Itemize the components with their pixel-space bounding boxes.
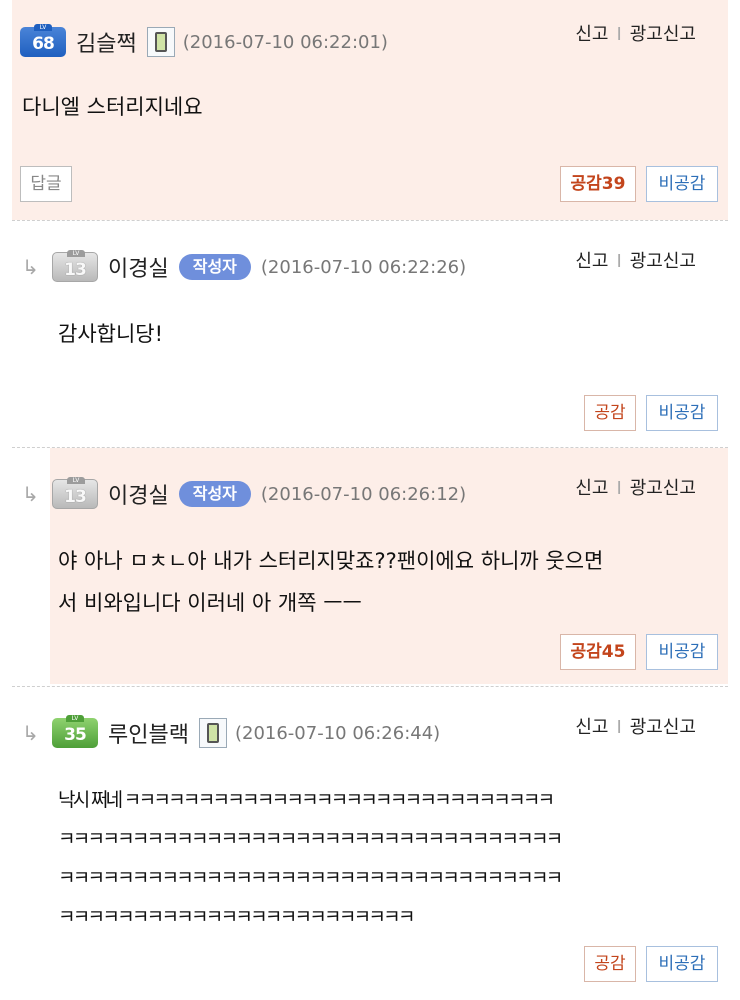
comment-item: ↳ LV 13 이경실 작성자 (2016-07-10 06:26:12) 신고… xyxy=(12,448,728,684)
author-name[interactable]: 이경실 xyxy=(108,251,169,283)
comment-date: (2016-07-10 06:22:01) xyxy=(182,31,388,53)
level-badge-icon: LV 13 xyxy=(52,250,98,282)
mobile-phone-icon xyxy=(198,718,227,748)
comment-date: (2016-07-10 06:22:26) xyxy=(260,256,467,278)
comment-text: 낙시 쩌네 ㅋㅋㅋㅋㅋㅋㅋㅋㅋㅋㅋㅋㅋㅋㅋㅋㅋㅋㅋㅋㅋㅋㅋㅋㅋㅋㅋㅋㅋ ㅋㅋㅋㅋ… xyxy=(58,789,563,928)
level-number: 68 xyxy=(32,34,55,54)
comment-header: ↳ LV 35 루인블랙 (2016-07-10 06:26:44) xyxy=(22,715,441,749)
dislike-button[interactable]: 비공감 xyxy=(646,166,718,202)
like-count: 39 xyxy=(601,174,626,194)
report-separator: I xyxy=(616,478,622,499)
comment-header: LV 68 김슬쩍 (2016-07-10 06:22:01) xyxy=(20,24,388,58)
dislike-button[interactable]: 비공감 xyxy=(646,395,718,431)
report-links: 신고 I 광고신고 xyxy=(575,20,696,46)
level-number: 35 xyxy=(64,725,87,745)
author-name[interactable]: 김슬쩍 xyxy=(76,26,137,58)
report-links: 신고 I 광고신고 xyxy=(575,247,696,273)
ad-report-link[interactable]: 광고신고 xyxy=(630,717,696,738)
dislike-button[interactable]: 비공감 xyxy=(646,946,718,982)
ad-report-link[interactable]: 광고신고 xyxy=(630,251,696,272)
comment-date: (2016-07-10 06:26:44) xyxy=(234,722,441,744)
reply-arrow-icon: ↳ xyxy=(22,482,39,506)
comment-item: ↳ LV 35 루인블랙 (2016-07-10 06:26:44) 신고 I 광고… xyxy=(12,687,728,1000)
author-badge: 작성자 xyxy=(178,481,251,507)
level-badge-icon: LV 68 xyxy=(20,24,66,57)
like-button[interactable]: 공감 xyxy=(584,395,636,431)
like-button[interactable]: 공감45 xyxy=(560,634,636,670)
comment-header: ↳ LV 13 이경실 작성자 (2016-07-10 06:22:26) xyxy=(22,250,467,283)
report-separator: I xyxy=(616,717,622,738)
author-badge: 작성자 xyxy=(178,254,251,280)
report-links: 신고 I 광고신고 xyxy=(575,474,696,500)
comment-item: LV 68 김슬쩍 (2016-07-10 06:22:01) 신고 I 광고신고 … xyxy=(12,0,728,220)
comment-text: 감사합니당! xyxy=(58,322,164,346)
mobile-phone-icon xyxy=(146,27,175,57)
report-link[interactable]: 신고 xyxy=(575,478,608,499)
level-number: 13 xyxy=(64,487,87,507)
comment-date: (2016-07-10 06:26:12) xyxy=(260,483,467,505)
comment-text: 야 아나 ㅁㅊㄴ아 내가 스터리지맞죠??팬이에요 하니까 웃으면 서 비와입니… xyxy=(58,549,604,615)
like-count: 45 xyxy=(601,642,626,662)
comment-item: ↳ LV 13 이경실 작성자 (2016-07-10 06:22:26) 신고… xyxy=(12,221,728,447)
reply-arrow-icon: ↳ xyxy=(22,721,39,745)
author-name[interactable]: 루인블랙 xyxy=(108,717,189,749)
comment-text: 다니엘 스터리지네요 xyxy=(22,95,203,119)
report-link[interactable]: 신고 xyxy=(575,24,608,45)
dislike-button[interactable]: 비공감 xyxy=(646,634,718,670)
ad-report-link[interactable]: 광고신고 xyxy=(630,478,696,499)
like-label: 공감 xyxy=(594,954,626,974)
level-number: 13 xyxy=(64,260,87,280)
report-link[interactable]: 신고 xyxy=(575,717,608,738)
like-label: 공감 xyxy=(570,174,602,194)
level-badge-icon: LV 13 xyxy=(52,477,98,509)
reply-button[interactable]: 답글 xyxy=(20,166,72,202)
report-separator: I xyxy=(616,24,622,45)
like-label: 공감 xyxy=(594,403,626,423)
ad-report-link[interactable]: 광고신고 xyxy=(630,24,696,45)
like-button[interactable]: 공감 xyxy=(584,946,636,982)
like-button[interactable]: 공감39 xyxy=(560,166,636,202)
level-badge-icon: LV 35 xyxy=(52,715,98,748)
like-label: 공감 xyxy=(570,642,602,662)
report-links: 신고 I 광고신고 xyxy=(575,713,696,739)
report-link[interactable]: 신고 xyxy=(575,251,608,272)
comment-header: ↳ LV 13 이경실 작성자 (2016-07-10 06:26:12) xyxy=(22,477,467,510)
author-name[interactable]: 이경실 xyxy=(108,478,169,510)
report-separator: I xyxy=(616,251,622,272)
reply-arrow-icon: ↳ xyxy=(22,255,39,279)
